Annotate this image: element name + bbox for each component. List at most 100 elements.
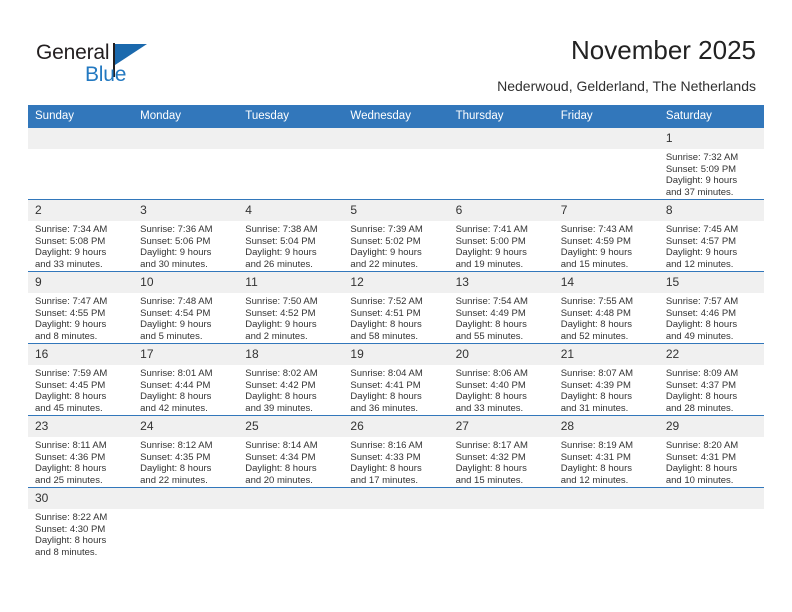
- calendar-day-number: 30: [28, 488, 134, 509]
- calendar-day-cell-empty: [133, 487, 239, 560]
- calendar-day-number: 9: [28, 272, 134, 293]
- sunrise-text: Sunrise: 8:17 AM: [455, 440, 528, 451]
- daylight-text-line1: Daylight: 8 hours: [560, 319, 632, 330]
- calendar-day-cell[interactable]: 22 Sunrise: 8:09 AM Sunset: 4:37 PM Dayligh…: [658, 343, 764, 416]
- day-sun-info: Sunrise: 7:39 AM Sunset: 5:02 PM Daylight:…: [343, 221, 448, 270]
- calendar-day-cell[interactable]: 1 Sunrise: 7:32 AM Sunset: 5:09 PM Daylight…: [658, 127, 764, 200]
- daylight-text-line1: Daylight: 9 hours: [455, 247, 527, 258]
- daylight-text-line2: and 12 minutes.: [665, 258, 734, 270]
- daylight-text-line1: Daylight: 8 hours: [665, 391, 738, 402]
- calendar-day-number-placeholder: [133, 488, 239, 509]
- calendar-day-cell[interactable]: 12 Sunrise: 7:52 AM Sunset: 4:51 PM Dayligh…: [343, 271, 449, 344]
- calendar-day-number: 16: [28, 344, 134, 365]
- calendar-day-number: 1: [658, 128, 764, 149]
- daylight-text-line1: Daylight: 8 hours: [665, 463, 738, 474]
- sunrise-sunset-calendar: Sunday Monday Tuesday Wednesday Thursday…: [28, 105, 764, 560]
- calendar-day-cell[interactable]: 17 Sunrise: 8:01 AM Sunset: 4:44 PM Dayligh…: [133, 343, 239, 416]
- calendar-day-cell[interactable]: 23 Sunrise: 8:11 AM Sunset: 4:36 PM Dayligh…: [28, 415, 134, 488]
- calendar-day-cell[interactable]: 6 Sunrise: 7:41 AM Sunset: 5:00 PM Daylight…: [448, 199, 554, 272]
- sunrise-text: Sunrise: 7:45 AM: [665, 224, 739, 235]
- calendar-day-cell[interactable]: 30 Sunrise: 8:22 AM Sunset: 4:30 PM Dayligh…: [28, 487, 134, 560]
- daylight-text-line2: and 5 minutes.: [140, 330, 203, 342]
- calendar-day-cell[interactable]: 24 Sunrise: 8:12 AM Sunset: 4:35 PM Dayligh…: [133, 415, 239, 488]
- calendar-day-cell[interactable]: 29 Sunrise: 8:20 AM Sunset: 4:31 PM Dayligh…: [658, 415, 764, 488]
- calendar-day-cell[interactable]: 16 Sunrise: 7:59 AM Sunset: 4:45 PM Dayligh…: [28, 343, 134, 416]
- calendar-day-cell[interactable]: 28 Sunrise: 8:19 AM Sunset: 4:31 PM Dayligh…: [553, 415, 659, 488]
- sunset-text: Sunset: 5:02 PM: [350, 235, 421, 247]
- calendar-day-cell[interactable]: 15 Sunrise: 7:57 AM Sunset: 4:46 PM Dayligh…: [658, 271, 764, 344]
- daylight-text-line1: Daylight: 9 hours: [35, 319, 107, 330]
- sunset-text: Sunset: 5:08 PM: [35, 235, 106, 247]
- sunset-text: Sunset: 4:55 PM: [35, 307, 106, 319]
- calendar-day-cell[interactable]: 10 Sunrise: 7:48 AM Sunset: 4:54 PM Dayligh…: [133, 271, 239, 344]
- calendar-week-row: 30 Sunrise: 8:22 AM Sunset: 4:30 PM Dayligh…: [28, 487, 764, 560]
- sunset-text: Sunset: 4:42 PM: [245, 379, 316, 391]
- daylight-text-line2: and 33 minutes.: [455, 402, 524, 414]
- calendar-day-number-placeholder: [553, 128, 659, 149]
- calendar-week-row: 23 Sunrise: 8:11 AM Sunset: 4:36 PM Dayligh…: [28, 415, 764, 488]
- calendar-day-cell[interactable]: 4 Sunrise: 7:38 AM Sunset: 5:04 PM Daylight…: [238, 199, 344, 272]
- daylight-text-line1: Daylight: 9 hours: [140, 247, 212, 258]
- calendar-day-cell[interactable]: 13 Sunrise: 7:54 AM Sunset: 4:49 PM Dayligh…: [448, 271, 554, 344]
- daylight-text-line1: Daylight: 8 hours: [140, 391, 212, 402]
- calendar-day-cell[interactable]: 9 Sunrise: 7:47 AM Sunset: 4:55 PM Daylight…: [28, 271, 134, 344]
- calendar-day-number-placeholder: [343, 128, 449, 149]
- calendar-day-cell[interactable]: 14 Sunrise: 7:55 AM Sunset: 4:48 PM Dayligh…: [553, 271, 659, 344]
- general-blue-logo[interactable]: General Blue: [36, 41, 166, 93]
- sunset-text: Sunset: 4:37 PM: [665, 379, 737, 391]
- calendar-day-cell[interactable]: 25 Sunrise: 8:14 AM Sunset: 4:34 PM Dayligh…: [238, 415, 344, 488]
- page-header: General Blue November 2025 Nederwoud, Ge…: [0, 0, 792, 100]
- daylight-text-line1: Daylight: 8 hours: [350, 319, 422, 330]
- day-sun-info: Sunrise: 8:16 AM Sunset: 4:33 PM Daylight:…: [343, 437, 448, 486]
- sunset-text: Sunset: 4:30 PM: [35, 523, 106, 535]
- calendar-day-number: 12: [343, 272, 449, 293]
- sunrise-text: Sunrise: 7:57 AM: [665, 296, 739, 307]
- calendar-day-number-placeholder: [28, 128, 134, 149]
- daylight-text-line2: and 15 minutes.: [455, 474, 524, 486]
- calendar-day-number-placeholder: [658, 488, 764, 509]
- calendar-day-number-placeholder: [238, 128, 344, 149]
- sunrise-text: Sunrise: 7:38 AM: [245, 224, 318, 235]
- calendar-day-cell[interactable]: 26 Sunrise: 8:16 AM Sunset: 4:33 PM Dayligh…: [343, 415, 449, 488]
- sunrise-text: Sunrise: 7:48 AM: [140, 296, 213, 307]
- calendar-day-cell[interactable]: 11 Sunrise: 7:50 AM Sunset: 4:52 PM Dayligh…: [238, 271, 344, 344]
- sunrise-text: Sunrise: 8:11 AM: [35, 440, 107, 451]
- calendar-day-cell-empty: [343, 127, 449, 200]
- sunset-text: Sunset: 4:44 PM: [140, 379, 211, 391]
- calendar-day-cell[interactable]: 7 Sunrise: 7:43 AM Sunset: 4:59 PM Daylight…: [553, 199, 659, 272]
- sunrise-text: Sunrise: 7:54 AM: [455, 296, 528, 307]
- calendar-day-cell[interactable]: 3 Sunrise: 7:36 AM Sunset: 5:06 PM Daylight…: [133, 199, 239, 272]
- weekday-header-wednesday: Wednesday: [343, 105, 449, 128]
- calendar-day-cell[interactable]: 8 Sunrise: 7:45 AM Sunset: 4:57 PM Daylight…: [658, 199, 764, 272]
- calendar-day-cell[interactable]: 2 Sunrise: 7:34 AM Sunset: 5:08 PM Daylight…: [28, 199, 134, 272]
- sunrise-text: Sunrise: 8:12 AM: [140, 440, 213, 451]
- calendar-day-cell[interactable]: 21 Sunrise: 8:07 AM Sunset: 4:39 PM Dayligh…: [553, 343, 659, 416]
- sunset-text: Sunset: 5:09 PM: [665, 163, 737, 175]
- daylight-text-line1: Daylight: 9 hours: [140, 319, 212, 330]
- sunrise-text: Sunrise: 8:16 AM: [350, 440, 423, 451]
- day-sun-info: Sunrise: 7:47 AM Sunset: 4:55 PM Daylight:…: [28, 293, 133, 342]
- sunrise-text: Sunrise: 8:09 AM: [665, 368, 739, 379]
- calendar-day-cell[interactable]: 27 Sunrise: 8:17 AM Sunset: 4:32 PM Dayligh…: [448, 415, 554, 488]
- sunrise-text: Sunrise: 7:47 AM: [35, 296, 108, 307]
- sunrise-text: Sunrise: 8:14 AM: [245, 440, 318, 451]
- calendar-day-cell[interactable]: 19 Sunrise: 8:04 AM Sunset: 4:41 PM Dayligh…: [343, 343, 449, 416]
- calendar-week-row: 1 Sunrise: 7:32 AM Sunset: 5:09 PM Daylight…: [28, 127, 764, 200]
- day-sun-info: Sunrise: 7:43 AM Sunset: 4:59 PM Daylight:…: [554, 221, 659, 270]
- calendar-day-cell[interactable]: 18 Sunrise: 8:02 AM Sunset: 4:42 PM Dayligh…: [238, 343, 344, 416]
- weekday-header-saturday: Saturday: [658, 105, 764, 128]
- sunset-text: Sunset: 4:49 PM: [455, 307, 526, 319]
- sunrise-text: Sunrise: 7:39 AM: [350, 224, 423, 235]
- calendar-day-cell[interactable]: 20 Sunrise: 8:06 AM Sunset: 4:40 PM Dayligh…: [448, 343, 554, 416]
- sunrise-text: Sunrise: 7:34 AM: [35, 224, 108, 235]
- sunset-text: Sunset: 5:06 PM: [140, 235, 211, 247]
- daylight-text-line1: Daylight: 8 hours: [560, 463, 632, 474]
- calendar-day-cell-empty: [553, 487, 659, 560]
- day-sun-info: Sunrise: 7:32 AM Sunset: 5:09 PM Daylight:…: [659, 149, 764, 198]
- calendar-day-cell[interactable]: 5 Sunrise: 7:39 AM Sunset: 5:02 PM Daylight…: [343, 199, 449, 272]
- calendar-day-number: 7: [553, 200, 659, 221]
- sunrise-text: Sunrise: 8:06 AM: [455, 368, 528, 379]
- calendar-day-cell-empty: [133, 127, 239, 200]
- sunrise-text: Sunrise: 7:50 AM: [245, 296, 318, 307]
- sunrise-text: Sunrise: 7:41 AM: [455, 224, 528, 235]
